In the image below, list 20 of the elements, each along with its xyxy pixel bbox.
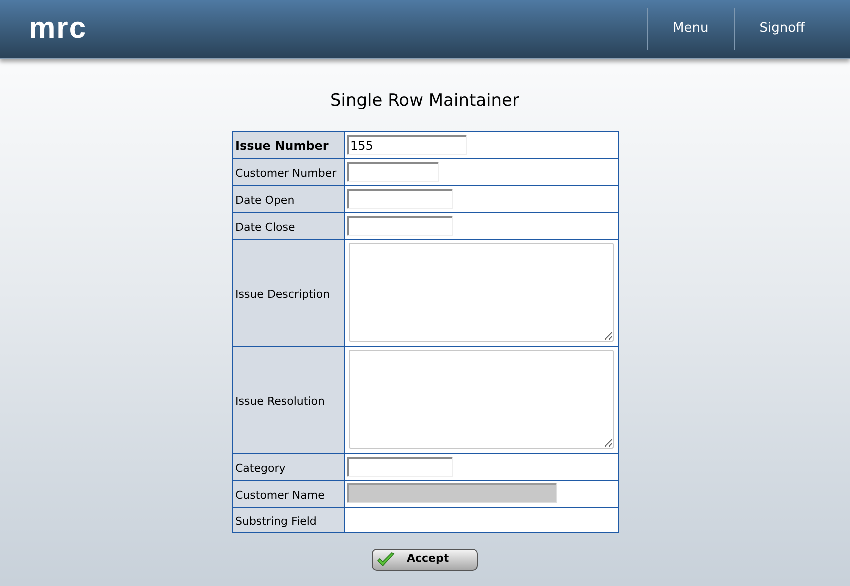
- field-label: Issue Description: [236, 288, 330, 300]
- checkmark-icon: [377, 552, 395, 568]
- accept-button[interactable]: Accept: [372, 548, 478, 570]
- nav-link[interactable]: Signoff: [734, 19, 830, 39]
- field-label: Issue Resolution: [236, 394, 325, 408]
- nav-link[interactable]: Menu: [648, 19, 734, 39]
- input-field[interactable]: [346, 216, 452, 236]
- field-label: Customer Name: [236, 488, 325, 502]
- input-field[interactable]: 155: [346, 135, 466, 155]
- field-label: Date Open: [236, 194, 295, 206]
- field-label: Issue Number: [236, 138, 329, 152]
- page-title: Single Row Maintainer: [330, 90, 520, 113]
- field-label: Date Close: [236, 220, 296, 234]
- input-field[interactable]: [346, 189, 452, 209]
- field-label: Substring Field: [236, 514, 317, 528]
- field-label: Category: [236, 462, 286, 474]
- logo: mrc: [29, 14, 88, 44]
- field-label: Customer Number: [236, 166, 337, 180]
- input-field[interactable]: [346, 457, 452, 477]
- input-field[interactable]: [346, 162, 438, 182]
